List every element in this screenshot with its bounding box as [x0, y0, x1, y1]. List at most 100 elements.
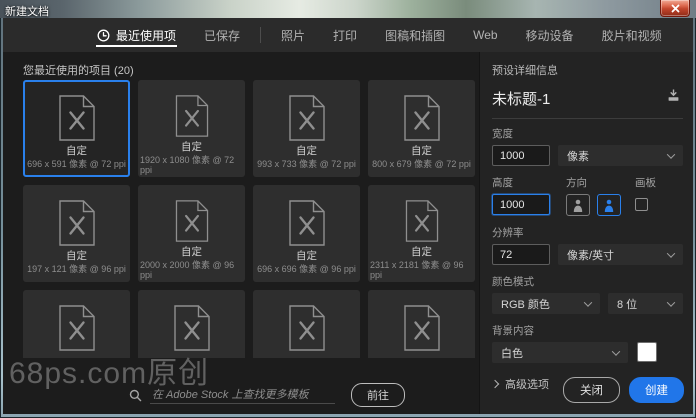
tab-label: 打印 [333, 28, 358, 43]
document-name[interactable]: 未标题-1 [492, 88, 664, 109]
close-button[interactable]: 关闭 [563, 377, 620, 403]
width-input[interactable] [492, 145, 550, 166]
blank-document-icon [288, 200, 325, 246]
recent-item-card[interactable]: 自定 1920 x 1080 像素 @ 72 ppi [138, 80, 245, 177]
background-label: 背景内容 [492, 325, 534, 337]
tab-item-3[interactable]: 打印 [319, 18, 371, 52]
blank-document-icon [173, 305, 210, 351]
recent-item-title: 自定 [411, 246, 432, 258]
close-icon [671, 4, 679, 12]
chevron-down-icon [666, 297, 676, 307]
divider [492, 118, 683, 119]
orientation-buttons [566, 194, 621, 216]
recent-item-spec: 800 x 679 像素 @ 72 ppi [372, 159, 471, 169]
chevron-right-icon [490, 379, 500, 389]
height-input[interactable] [492, 194, 550, 215]
tab-label: 胶片和视频 [601, 28, 662, 43]
recent-item-card[interactable] [138, 290, 245, 358]
recent-items-header: 您最近使用的项目 (20) [23, 65, 134, 77]
width-unit-dropdown[interactable]: 像素 [558, 145, 683, 166]
chevron-down-icon [666, 248, 676, 258]
bit-depth-dropdown[interactable]: 8 位 [608, 293, 683, 314]
color-mode-value: RGB 颜色 [501, 298, 550, 311]
recent-item-spec: 197 x 121 像素 @ 96 ppi [27, 264, 126, 274]
create-button[interactable]: 创建 [629, 377, 684, 403]
color-mode-label: 颜色模式 [492, 276, 534, 288]
recent-item-title: 自定 [296, 145, 317, 157]
blank-document-icon [58, 305, 95, 351]
blank-document-icon [403, 305, 440, 351]
color-mode-dropdown[interactable]: RGB 颜色 [492, 293, 600, 314]
orientation-portrait-button[interactable] [566, 194, 590, 216]
chevron-down-icon [666, 149, 676, 159]
recent-item-card[interactable]: 自定 800 x 679 像素 @ 72 ppi [368, 80, 475, 177]
new-document-dialog-window: 新建文档 最近使用项 已保存 照片 打印 图稿和插图 Web 移动设备 胶片和视… [0, 0, 696, 418]
blank-document-icon [288, 305, 325, 351]
window-close-button[interactable] [660, 0, 690, 17]
blank-document-icon [175, 95, 208, 137]
window-title: 新建文档 [5, 6, 49, 18]
bit-depth-value: 8 位 [617, 298, 638, 311]
recent-item-title: 自定 [181, 246, 202, 258]
width-row: 像素 [492, 145, 683, 166]
recent-item-card[interactable]: 自定 696 x 591 像素 @ 72 ppi [23, 80, 130, 177]
recent-item-card[interactable]: 自定 993 x 733 像素 @ 72 ppi [253, 80, 360, 177]
title-bar: 新建文档 [0, 0, 696, 18]
blank-document-icon [403, 95, 440, 141]
stock-search-input[interactable] [150, 386, 335, 404]
clock-icon [97, 29, 110, 41]
height-label: 高度 [492, 177, 513, 189]
recent-item-card[interactable]: 自定 696 x 696 像素 @ 96 ppi [253, 185, 360, 282]
background-color-swatch[interactable] [637, 342, 657, 362]
tab-web[interactable]: Web [459, 18, 511, 52]
blank-document-icon [58, 200, 95, 246]
artboard-checkbox[interactable] [635, 198, 648, 211]
recent-item-card[interactable] [368, 290, 475, 358]
tab-item-1[interactable]: 已保存 [190, 18, 254, 52]
tab-label: 移动设备 [525, 28, 574, 43]
recent-item-card[interactable] [23, 290, 130, 358]
artboard-label: 画板 [635, 177, 656, 189]
go-button[interactable]: 前往 [351, 383, 405, 407]
tab-item-2[interactable]: 照片 [267, 18, 319, 52]
background-dropdown[interactable]: 白色 [492, 342, 628, 363]
blank-document-icon [58, 95, 95, 141]
resolution-input[interactable] [492, 244, 550, 265]
recent-item-title: 自定 [66, 145, 87, 157]
preset-details-header: 预设详细信息 [492, 65, 558, 77]
tab-label: 最近使用项 [116, 28, 177, 43]
recent-item-spec: 696 x 696 像素 @ 96 ppi [257, 264, 356, 274]
recent-item-card[interactable]: 自定 2311 x 2181 像素 @ 96 ppi [368, 185, 475, 282]
recent-item-spec: 1920 x 1080 像素 @ 72 ppi [140, 155, 235, 175]
color-mode-row: RGB 颜色 8 位 [492, 293, 683, 314]
landscape-icon [604, 199, 614, 212]
tab-item-6[interactable]: 移动设备 [512, 18, 588, 52]
resolution-row: 像素/英寸 [492, 244, 683, 265]
resolution-label: 分辨率 [492, 227, 524, 239]
content-row: 您最近使用的项目 (20) 自定 696 x 591 像素 @ 72 ppi 自… [3, 52, 693, 414]
recent-item-card[interactable]: 自定 197 x 121 像素 @ 96 ppi [23, 185, 130, 282]
background-row: 白色 [492, 342, 683, 363]
blank-document-icon [288, 95, 325, 141]
recent-item-title: 自定 [296, 250, 317, 262]
orientation-landscape-button[interactable] [597, 194, 621, 216]
tab-label: Web [473, 28, 498, 42]
width-label: 宽度 [492, 128, 513, 140]
recent-item-title: 自定 [181, 141, 202, 153]
recent-item-card[interactable] [253, 290, 360, 358]
chevron-down-icon [611, 346, 621, 356]
portrait-icon [573, 199, 583, 212]
width-unit-value: 像素 [567, 150, 589, 163]
document-name-row: 未标题-1 [492, 87, 683, 109]
advanced-options-label: 高级选项 [505, 379, 549, 391]
search-icon [129, 389, 142, 401]
recent-item-card[interactable]: 自定 2000 x 2000 像素 @ 96 ppi [138, 185, 245, 282]
background-value: 白色 [501, 347, 523, 360]
recent-item-title: 自定 [411, 145, 432, 157]
blank-document-icon [175, 200, 208, 242]
save-preset-icon[interactable] [664, 87, 683, 109]
resolution-unit-dropdown[interactable]: 像素/英寸 [558, 244, 683, 265]
tab-item-4[interactable]: 图稿和插图 [371, 18, 459, 52]
tab-item-0[interactable]: 最近使用项 [83, 18, 190, 52]
tab-item-7[interactable]: 胶片和视频 [588, 18, 676, 52]
